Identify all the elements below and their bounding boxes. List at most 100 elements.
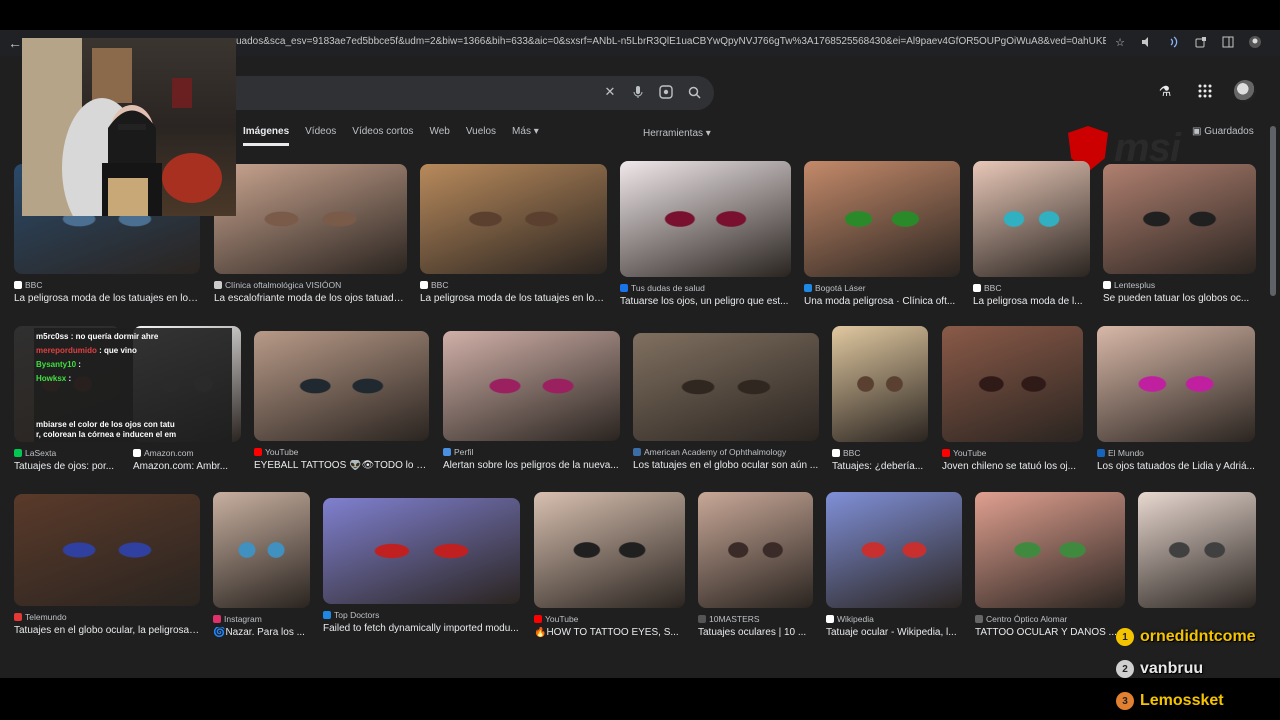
- speaker-icon[interactable]: [1139, 34, 1155, 50]
- result-caption[interactable]: Se pueden tatuar los globos oc...: [1103, 293, 1256, 304]
- result-thumbnail[interactable]: [254, 331, 429, 441]
- result-thumbnail[interactable]: [420, 164, 607, 274]
- result-thumbnail[interactable]: [1138, 492, 1256, 608]
- lens-icon[interactable]: [658, 84, 674, 100]
- result-caption[interactable]: Alertan sobre los peligros de la nueva..…: [443, 460, 620, 471]
- tab-more[interactable]: Más ▾: [512, 126, 539, 146]
- image-result[interactable]: BBC Tatuajes: ¿debería...: [832, 326, 928, 482]
- result-source[interactable]: Top Doctors: [323, 610, 520, 620]
- result-caption[interactable]: Tatuarse los ojos, un peligro que est...: [620, 296, 791, 307]
- result-thumbnail[interactable]: [1097, 326, 1255, 442]
- result-caption[interactable]: Los ojos tatuados de Lidia y Adriá...: [1097, 461, 1255, 472]
- image-result[interactable]: YouTube 🔥HOW TO TATTOO EYES, S...: [534, 492, 685, 648]
- image-result[interactable]: Telemundo Tatuajes en el globo ocular, la…: [14, 494, 200, 646]
- image-result[interactable]: YouTube EYEBALL TATTOOS 👽👁TODO lo q...: [254, 331, 429, 481]
- result-source[interactable]: BBC: [973, 283, 1090, 293]
- image-result[interactable]: Instagram 🌀Nazar. Para los ...: [213, 492, 310, 648]
- sound-icon[interactable]: [1166, 34, 1182, 50]
- result-caption[interactable]: Una moda peligrosa · Clínica oft...: [804, 296, 960, 307]
- result-caption[interactable]: Los tatuajes en el globo ocular son aún …: [633, 460, 819, 471]
- mic-icon[interactable]: [630, 84, 646, 100]
- search-input[interactable]: ✕: [220, 76, 714, 110]
- image-result[interactable]: American Academy of Ophthalmology Los tat…: [633, 333, 819, 481]
- bookmark-star-icon[interactable]: ☆: [1112, 34, 1128, 50]
- profile-icon[interactable]: [1247, 34, 1263, 50]
- labs-icon[interactable]: ⚗: [1154, 80, 1176, 102]
- image-result[interactable]: El Mundo Los ojos tatuados de Lidia y Adr…: [1097, 326, 1255, 482]
- result-caption[interactable]: Tatuajes oculares | 10 ...: [698, 627, 813, 638]
- tab-flights[interactable]: Vuelos: [466, 126, 496, 146]
- result-caption[interactable]: 🌀Nazar. Para los ...: [213, 627, 310, 638]
- result-source[interactable]: BBC: [832, 448, 928, 458]
- result-caption[interactable]: Tatuajes: ¿debería...: [832, 461, 928, 472]
- result-thumbnail[interactable]: [973, 161, 1090, 277]
- result-thumbnail[interactable]: [214, 164, 407, 274]
- result-source[interactable]: 10MASTERS: [698, 614, 813, 624]
- result-caption[interactable]: EYEBALL TATTOOS 👽👁TODO lo q...: [254, 460, 429, 471]
- result-source[interactable]: Amazon.com: [133, 448, 241, 458]
- image-result[interactable]: Perfil Alertan sobre los peligros de la n…: [443, 331, 620, 481]
- image-result[interactable]: YouTube Joven chileno se tatuó los oj...: [942, 326, 1083, 482]
- result-caption[interactable]: La peligrosa moda de los tatuajes en los…: [420, 293, 607, 304]
- clear-icon[interactable]: ✕: [602, 84, 618, 100]
- result-thumbnail[interactable]: [213, 492, 310, 608]
- result-source[interactable]: Bogotá Láser: [804, 283, 960, 293]
- image-result[interactable]: Top Doctors Failed to fetch dynamically i…: [323, 498, 520, 644]
- result-thumbnail[interactable]: [804, 161, 960, 277]
- result-source[interactable]: Telemundo: [14, 612, 200, 622]
- result-caption[interactable]: 🔥HOW TO TATTOO EYES, S...: [534, 627, 685, 638]
- tools-button[interactable]: Herramientas ▾: [643, 128, 711, 139]
- tab-videos[interactable]: Vídeos: [305, 126, 336, 146]
- result-source[interactable]: YouTube: [254, 447, 429, 457]
- result-thumbnail[interactable]: [620, 161, 791, 277]
- result-source[interactable]: Wikipedia: [826, 614, 962, 624]
- result-thumbnail[interactable]: [323, 498, 520, 604]
- result-thumbnail[interactable]: [633, 333, 819, 441]
- result-thumbnail[interactable]: [1103, 164, 1256, 274]
- result-source[interactable]: YouTube: [942, 448, 1083, 458]
- result-source[interactable]: Lentesplus: [1103, 280, 1256, 290]
- result-source[interactable]: Instagram: [213, 614, 310, 624]
- result-thumbnail[interactable]: [443, 331, 620, 441]
- result-source[interactable]: Perfil: [443, 447, 620, 457]
- result-caption[interactable]: Tatuaje ocular - Wikipedia, l...: [826, 627, 962, 638]
- menu-icon[interactable]: [1274, 34, 1280, 50]
- image-result[interactable]: BBC La peligrosa moda de los tatuajes en …: [420, 164, 607, 314]
- extension-icon[interactable]: [1193, 34, 1209, 50]
- result-caption[interactable]: Tatuajes de ojos: por...: [14, 461, 120, 472]
- image-result[interactable]: Tus dudas de salud Tatuarse los ojos, un …: [620, 161, 791, 317]
- result-thumbnail[interactable]: [826, 492, 962, 608]
- image-result[interactable]: BBC La peligrosa moda de l...: [973, 161, 1090, 317]
- result-thumbnail[interactable]: [832, 326, 928, 442]
- result-source[interactable]: El Mundo: [1097, 448, 1255, 458]
- result-thumbnail[interactable]: [14, 494, 200, 606]
- image-result[interactable]: Bogotá Láser Una moda peligrosa · Clínica…: [804, 161, 960, 317]
- image-result[interactable]: Lentesplus Se pueden tatuar los globos oc…: [1103, 164, 1256, 314]
- tab-short-videos[interactable]: Vídeos cortos: [352, 126, 413, 146]
- result-source[interactable]: Clínica oftalmológica VISIÓON: [214, 280, 407, 290]
- result-caption[interactable]: La escalofriante moda de los ojos tatuad…: [214, 293, 407, 304]
- tab-images[interactable]: Imágenes: [243, 126, 290, 146]
- result-thumbnail[interactable]: [698, 492, 813, 608]
- search-icon[interactable]: [686, 84, 702, 100]
- result-caption[interactable]: Failed to fetch dynamically imported mod…: [323, 623, 520, 634]
- result-source[interactable]: Tus dudas de salud: [620, 283, 791, 293]
- result-source[interactable]: YouTube: [534, 614, 685, 624]
- image-result[interactable]: Clínica oftalmológica VISIÓON La escalofr…: [214, 164, 407, 314]
- image-result[interactable]: 10MASTERS Tatuajes oculares | 10 ...: [698, 492, 813, 648]
- tab-web[interactable]: Web: [429, 126, 449, 146]
- apps-grid-icon[interactable]: [1194, 80, 1216, 102]
- address-bar[interactable]: uados&sca_esv=9183ae7ed5bbce5f&udm=2&biw…: [236, 36, 1106, 47]
- result-thumbnail[interactable]: [975, 492, 1125, 608]
- image-result[interactable]: Wikipedia Tatuaje ocular - Wikipedia, l..…: [826, 492, 962, 648]
- result-caption[interactable]: La peligrosa moda de l...: [973, 296, 1090, 307]
- result-caption[interactable]: Amazon.com: Ambr...: [133, 461, 241, 472]
- result-thumbnail[interactable]: [942, 326, 1083, 442]
- sidebar-icon[interactable]: [1220, 34, 1236, 50]
- result-caption[interactable]: Joven chileno se tatuó los oj...: [942, 461, 1083, 472]
- avatar[interactable]: [1234, 80, 1256, 102]
- result-caption[interactable]: Tatuajes en el globo ocular, la peligros…: [14, 625, 200, 636]
- result-source[interactable]: BBC: [14, 280, 200, 290]
- scrollbar[interactable]: [1270, 126, 1276, 296]
- result-caption[interactable]: La peligrosa moda de los tatuajes en los…: [14, 293, 200, 304]
